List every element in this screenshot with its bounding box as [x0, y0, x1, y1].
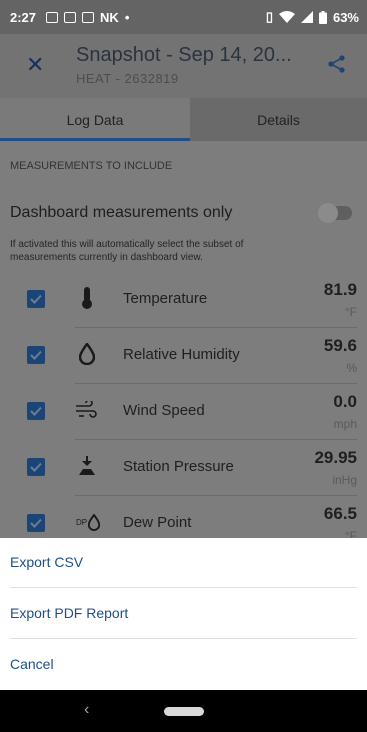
cancel-label: Cancel	[10, 656, 54, 672]
active-tab-indicator	[0, 138, 190, 141]
measurement-value: 81.9	[323, 280, 357, 299]
dew-point-icon-text: DP	[75, 517, 88, 527]
wifi-icon	[278, 11, 295, 23]
home-pill-icon[interactable]	[164, 707, 204, 716]
status-time: 2:27	[10, 9, 37, 25]
pressure-icon	[75, 454, 99, 478]
measurement-name: Wind Speed	[123, 402, 205, 419]
measurement-value: 0.0	[333, 392, 357, 411]
close-icon[interactable]: ✕	[26, 52, 44, 78]
measurement-name: Station Pressure	[123, 458, 234, 475]
app-header: ✕ Snapshot - Sep 14, 20... HEAT - 263281…	[0, 34, 367, 98]
export-pdf-label: Export PDF Report	[10, 605, 129, 621]
tab-details-label: Details	[257, 111, 300, 128]
sheet-divider	[10, 587, 357, 588]
checkbox-dew-point[interactable]	[27, 514, 45, 532]
measurement-value: 59.6	[323, 336, 357, 355]
page-subtitle: HEAT - 2632819	[76, 71, 179, 86]
vibrate-icon: ▯	[265, 9, 273, 24]
measurement-row-station-pressure[interactable]: Station Pressure 29.95 inHg	[0, 440, 367, 496]
dew-point-icon: DP	[73, 510, 103, 534]
dot-icon: •	[124, 9, 130, 25]
toggle-knob	[318, 203, 338, 223]
battery-icon	[318, 10, 327, 24]
measurement-unit: °F	[344, 305, 357, 319]
back-icon[interactable]: ‹	[84, 701, 89, 719]
measurement-unit: inHg	[332, 473, 357, 487]
checkbox-temperature[interactable]	[27, 290, 45, 308]
measurement-unit: %	[346, 361, 357, 375]
droplet-icon	[75, 342, 99, 366]
dashboard-toggle-label: Dashboard measurements only	[10, 204, 233, 221]
system-icons: ▯ 63%	[266, 0, 359, 34]
status-bar: 2:27 NK • ▯ 63%	[0, 0, 367, 34]
measurement-row-relative-humidity[interactable]: Relative Humidity 59.6 %	[0, 328, 367, 384]
sheet-divider	[10, 638, 357, 639]
wind-icon	[75, 398, 99, 422]
checkbox-wind-speed[interactable]	[27, 402, 45, 420]
notification-app-icon	[46, 11, 59, 23]
tab-bar: Log Data Details	[0, 98, 367, 141]
checkbox-station-pressure[interactable]	[27, 458, 45, 476]
section-heading: MEASUREMENTS TO INCLUDE	[10, 160, 173, 172]
measurement-name: Temperature	[123, 290, 208, 307]
system-nav-bar: ‹	[0, 690, 367, 732]
measurement-value: 29.95	[314, 448, 357, 467]
export-csv-button[interactable]: Export CSV	[0, 538, 367, 588]
export-csv-label: Export CSV	[10, 554, 84, 570]
export-bottom-sheet: Export CSV Export PDF Report Cancel	[0, 538, 367, 690]
measurement-name: Dew Point	[123, 514, 192, 531]
signal-icon	[300, 11, 313, 23]
measurement-unit: mph	[333, 417, 357, 431]
notification-messages-icon	[64, 11, 77, 23]
export-pdf-button[interactable]: Export PDF Report	[0, 589, 367, 639]
measurement-name: Relative Humidity	[123, 346, 240, 363]
measurement-row-wind-speed[interactable]: Wind Speed 0.0 mph	[0, 384, 367, 440]
notification-cc-icon	[82, 11, 95, 23]
tab-details[interactable]: Details	[190, 98, 367, 141]
app-screen: 2:27 NK • ▯ 63% ✕ Snapshot - Sep 14, 20.…	[0, 0, 367, 732]
thermometer-icon	[75, 286, 99, 310]
share-icon[interactable]	[327, 54, 347, 79]
dashboard-help-text: If activated this will automatically sel…	[10, 239, 244, 263]
page-title: Snapshot - Sep 14, 20...	[76, 44, 292, 66]
tab-log-data[interactable]: Log Data	[0, 98, 190, 141]
notification-icons: NK •	[46, 10, 129, 25]
tab-log-data-label: Log Data	[66, 111, 124, 128]
dashboard-toggle[interactable]	[318, 203, 352, 223]
cancel-button[interactable]: Cancel	[0, 640, 367, 690]
battery-percent: 63%	[332, 9, 359, 25]
checkbox-relative-humidity[interactable]	[27, 346, 45, 364]
carrier-tag: NK	[100, 9, 119, 25]
measurement-value: 66.5	[323, 504, 357, 523]
measurement-row-temperature[interactable]: Temperature 81.9 °F	[0, 272, 367, 328]
